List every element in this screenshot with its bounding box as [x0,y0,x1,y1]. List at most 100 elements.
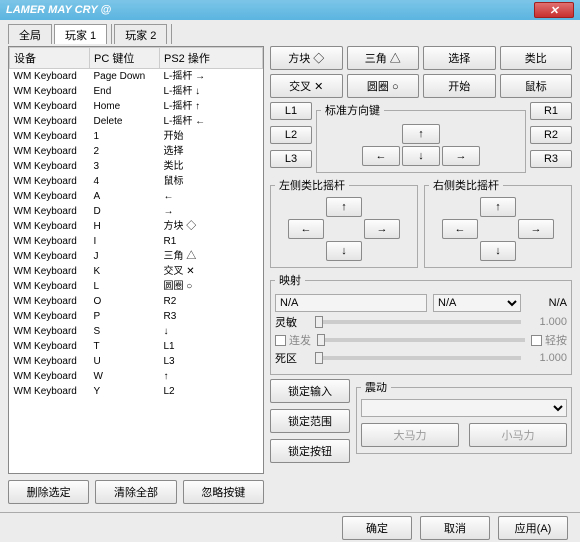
mouse-button[interactable]: 鼠标 [500,74,573,98]
r3-button[interactable]: R3 [530,150,572,168]
arrow-right-icon: → [531,223,542,235]
vibration-group: 震动 大马力 小马力 [356,379,572,454]
clear-all-button[interactable]: 清除全部 [95,480,176,504]
rstick-down-button[interactable]: ↓ [480,241,516,261]
right-stick-legend: 右侧类比摇杆 [429,177,503,193]
ok-button[interactable]: 确定 [342,516,412,540]
table-row[interactable]: WM Keyboard4鼠标 [10,174,263,189]
l3-button[interactable]: L3 [270,150,312,168]
ignore-key-button[interactable]: 忽略按键 [183,480,264,504]
dpad-down-button[interactable]: ↓ [402,146,440,166]
table-row[interactable]: WM KeyboardUL3 [10,354,263,369]
start-button[interactable]: 开始 [423,74,496,98]
r2-button[interactable]: R2 [530,126,572,144]
close-icon: ✕ [549,4,558,17]
col-pckey[interactable]: PC 键位 [90,48,160,69]
arrow-down-icon: ↓ [341,245,347,257]
dpad-legend: 标准方向键 [321,102,384,118]
analog-button[interactable]: 类比 [500,46,573,70]
tab-separator [111,24,112,44]
big-motor-button[interactable]: 大马力 [361,423,459,447]
lstick-left-button[interactable]: ← [288,219,324,239]
sensitivity-value: 1.000 [527,316,567,328]
left-stick-group: 左侧类比摇杆 ↑ ← → ↓ [270,177,418,268]
table-row[interactable]: WM Keyboard1开始 [10,129,263,144]
lock-range-button[interactable]: 锁定范围 [270,409,350,433]
tab-player1[interactable]: 玩家 1 [54,24,107,44]
tab-global[interactable]: 全局 [8,24,52,44]
mapping-legend: 映射 [275,272,305,288]
titlebar: LAMER MAY CRY @ ✕ [0,0,580,20]
light-checkbox[interactable]: 轻按 [531,332,567,348]
rstick-up-button[interactable]: ↑ [480,197,516,217]
table-row[interactable]: WM KeyboardPage DownL-摇杆 → [10,69,263,85]
select-button[interactable]: 选择 [423,46,496,70]
lock-button-button[interactable]: 锁定按钮 [270,439,350,463]
apply-button[interactable]: 应用(A) [498,516,568,540]
lstick-down-button[interactable]: ↓ [326,241,362,261]
dpad-up-button[interactable]: ↑ [402,124,440,144]
table-row[interactable]: WM KeyboardS↓ [10,324,263,339]
burst-checkbox[interactable]: 连发 [275,332,311,348]
deadzone-label: 死区 [275,350,309,366]
dpad-left-button[interactable]: ← [362,146,400,166]
table-row[interactable]: WM KeyboardW↑ [10,369,263,384]
l1-button[interactable]: L1 [270,102,312,120]
table-row[interactable]: WM Keyboard2选择 [10,144,263,159]
map-na-label: N/A [527,297,567,309]
arrow-up-icon: ↑ [495,201,501,213]
arrow-down-icon: ↓ [495,245,501,257]
table-row[interactable]: WM Keyboard3类比 [10,159,263,174]
table-row[interactable]: WM KeyboardOR2 [10,294,263,309]
col-device[interactable]: 设备 [10,48,90,69]
arrow-up-icon: ↑ [341,201,347,213]
table-row[interactable]: WM KeyboardA← [10,189,263,204]
arrow-left-icon: ← [455,223,466,235]
cancel-button[interactable]: 取消 [420,516,490,540]
dpad-group: 标准方向键 ↑ ← ↓ → [316,102,526,173]
map-field1[interactable] [275,294,427,312]
deadzone-slider[interactable] [315,356,521,360]
sensitivity-label: 灵敏 [275,314,309,330]
table-row[interactable]: WM KeyboardTL1 [10,339,263,354]
close-button[interactable]: ✕ [534,2,574,18]
table-row[interactable]: WM KeyboardH方块 ◇ [10,219,263,234]
sensitivity-slider[interactable] [315,320,521,324]
right-stick-group: 右侧类比摇杆 ↑ ← → ↓ [424,177,572,268]
delete-selected-button[interactable]: 删除选定 [8,480,89,504]
l2-button[interactable]: L2 [270,126,312,144]
table-row[interactable]: WM KeyboardL圆圈 ○ [10,279,263,294]
table-row[interactable]: WM KeyboardPR3 [10,309,263,324]
rstick-right-button[interactable]: → [518,219,554,239]
triangle-button[interactable]: 三角 △ [347,46,420,70]
table-row[interactable]: WM KeyboardIR1 [10,234,263,249]
rstick-left-button[interactable]: ← [442,219,478,239]
table-row[interactable]: WM KeyboardYL2 [10,384,263,399]
r1-button[interactable]: R1 [530,102,572,120]
table-row[interactable]: WM KeyboardHomeL-摇杆 ↑ [10,99,263,114]
table-row[interactable]: WM KeyboardDeleteL-摇杆 ← [10,114,263,129]
bindings-table[interactable]: 设备 PC 键位 PS2 操作 WM KeyboardPage DownL-摇杆… [8,46,264,474]
dpad-right-button[interactable]: → [442,146,480,166]
table-row[interactable]: WM KeyboardJ三角 △ [10,249,263,264]
lstick-up-button[interactable]: ↑ [326,197,362,217]
square-button[interactable]: 方块 ◇ [270,46,343,70]
small-motor-button[interactable]: 小马力 [469,423,567,447]
tab-player2[interactable]: 玩家 2 [114,24,167,44]
arrow-left-icon: ← [376,150,387,162]
footer: 确定 取消 应用(A) [0,512,580,542]
table-row[interactable]: WM KeyboardK交叉 ✕ [10,264,263,279]
lock-input-button[interactable]: 锁定输入 [270,379,350,403]
table-row[interactable]: WM KeyboardD→ [10,204,263,219]
lstick-right-button[interactable]: → [364,219,400,239]
col-ps2op[interactable]: PS2 操作 [160,48,263,69]
circle-button[interactable]: 圆圈 ○ [347,74,420,98]
burst-slider[interactable] [317,338,525,342]
table-row[interactable]: WM KeyboardEndL-摇杆 ↓ [10,84,263,99]
cross-button[interactable]: 交叉 ✕ [270,74,343,98]
vibration-select[interactable] [361,399,567,417]
left-stick-legend: 左侧类比摇杆 [275,177,349,193]
vibration-legend: 震动 [361,379,391,395]
map-select[interactable]: N/A [433,294,521,312]
arrow-right-icon: → [456,150,467,162]
